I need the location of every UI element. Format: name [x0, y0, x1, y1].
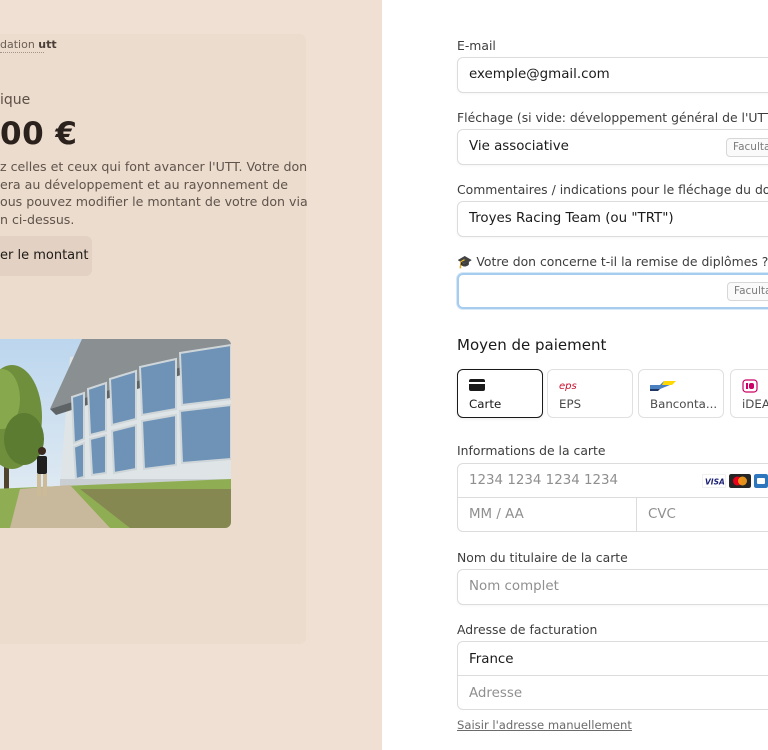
card-field-divider — [636, 498, 637, 532]
card-number-field[interactable]: 1234 1234 1234 1234 VISA — [458, 464, 768, 498]
cvc-field[interactable]: CVC — [648, 507, 676, 522]
brand-name: utt — [38, 38, 57, 51]
left-panel: dation utt ique 00 € z celles et ceux qu… — [0, 0, 382, 750]
credit-card-icon — [469, 379, 485, 391]
bancontact-icon — [650, 381, 676, 391]
card-holder-label: Nom du titulaire de la carte — [457, 550, 628, 565]
donation-amount: 00 € — [0, 116, 78, 152]
visa-logo-icon: VISA — [702, 474, 726, 488]
card-info-group: 1234 1234 1234 1234 VISA MM / AA CVC — [457, 463, 768, 532]
diplomes-field[interactable]: Faculta — [457, 273, 768, 309]
expiry-field[interactable]: MM / AA — [469, 507, 524, 522]
card-holder-field[interactable]: Nom complet — [457, 569, 768, 605]
campus-building-illustration — [0, 339, 231, 528]
payment-method-eps[interactable]: eps EPS — [547, 369, 633, 418]
payment-method-label: EPS — [559, 397, 582, 411]
payment-method-ideal[interactable]: iDEA — [730, 369, 768, 418]
payment-method-title: Moyen de paiement — [457, 336, 607, 354]
amex-logo-icon — [754, 474, 768, 488]
brand-tagline — [0, 52, 44, 57]
card-holder-placeholder: Nom complet — [469, 579, 559, 594]
payment-method-label: Carte — [469, 397, 502, 411]
visa-wordmark: VISA — [705, 478, 725, 487]
donation-description: z celles et ceux qui font avancer l'UTT.… — [0, 158, 308, 228]
commentaires-value: Troyes Racing Team (ou "TRT") — [469, 211, 674, 226]
flechage-label: Fléchage (si vide: développement général… — [457, 110, 768, 125]
flechage-value: Vie associative — [469, 139, 569, 154]
card-number-placeholder: 1234 1234 1234 1234 — [469, 473, 619, 488]
ideal-icon — [742, 379, 758, 393]
country-value: France — [469, 652, 514, 667]
billing-address-group: France Adresse — [457, 641, 768, 710]
email-value: exemple@gmail.com — [469, 67, 610, 82]
country-select[interactable]: France — [458, 642, 768, 676]
modify-amount-button[interactable]: er le montant — [0, 236, 92, 276]
brand-prefix: dation — [0, 38, 39, 51]
description-line: n ci-dessus. — [0, 211, 75, 227]
commentaires-label: Commentaires / indications pour le fléch… — [457, 182, 768, 197]
payment-method-label: iDEA — [742, 397, 768, 411]
campus-photo — [0, 339, 231, 528]
payment-method-card[interactable]: Carte — [457, 369, 543, 418]
description-line: ous pouvez modifier le montant de votre … — [0, 194, 308, 209]
diplomes-label: 🎓 Votre don concerne t-il la remise de d… — [457, 254, 768, 269]
payment-form-panel: E-mail exemple@gmail.com Fléchage (si vi… — [382, 0, 768, 750]
payment-method-bancontact[interactable]: Banconta... — [638, 369, 724, 418]
eps-icon: eps — [559, 381, 577, 391]
optional-badge: Faculta — [726, 138, 768, 157]
mastercard-logo-icon — [729, 474, 751, 488]
flechage-field[interactable]: Vie associative Faculta — [457, 129, 768, 165]
manual-address-link[interactable]: Saisir l'adresse manuellement — [457, 718, 632, 732]
description-line: z celles et ceux qui font avancer l'UTT.… — [0, 159, 308, 174]
brand-logo: dation utt — [0, 38, 57, 51]
address-field[interactable]: Adresse — [469, 686, 522, 701]
payment-method-label: Banconta... — [650, 397, 718, 411]
optional-badge: Faculta — [727, 282, 768, 301]
card-info-label: Informations de la carte — [457, 443, 606, 458]
email-label: E-mail — [457, 38, 496, 53]
billing-address-label: Adresse de facturation — [457, 622, 598, 637]
svg-text:eps: eps — [559, 381, 577, 391]
donation-type-label: ique — [0, 92, 31, 108]
description-line: era au développement et au rayonnement d… — [0, 176, 289, 192]
email-field[interactable]: exemple@gmail.com — [457, 57, 768, 93]
commentaires-field[interactable]: Troyes Racing Team (ou "TRT") — [457, 201, 768, 237]
